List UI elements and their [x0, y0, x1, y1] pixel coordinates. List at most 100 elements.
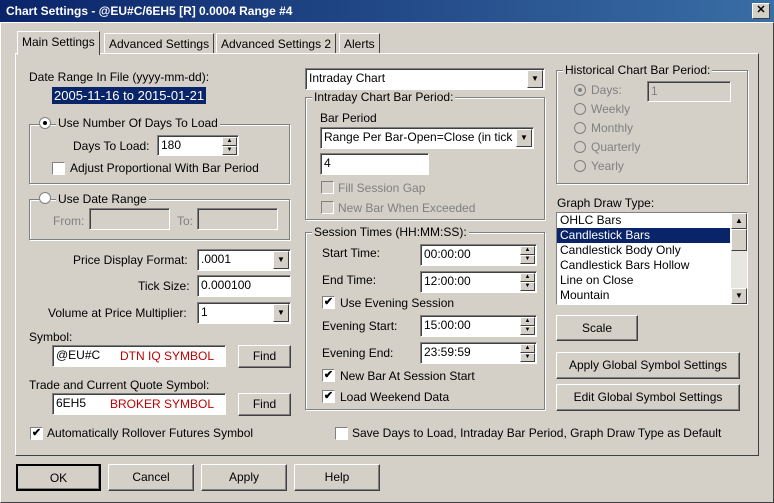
list-item[interactable]: OHLC Bars — [557, 213, 730, 228]
use-date-range-radio[interactable] — [39, 192, 51, 204]
price-format-select[interactable]: .0001 ▼ — [197, 249, 291, 271]
to-label: To: — [177, 214, 194, 228]
days-to-load-value: 180 — [161, 138, 182, 152]
spin-down-icon[interactable]: ▼ — [520, 282, 535, 291]
save-defaults-label: Save Days to Load, Intraday Bar Period, … — [352, 426, 722, 440]
chart-type-select[interactable]: Intraday Chart ▼ — [305, 68, 545, 90]
to-date-input[interactable] — [197, 208, 278, 230]
scale-button[interactable]: Scale — [556, 315, 638, 341]
spin-up-icon[interactable]: ▲ — [520, 246, 535, 255]
new-bar-session-start-checkbox[interactable]: ✔ — [322, 369, 335, 382]
new-bar-exceeded-checkbox[interactable] — [321, 201, 334, 214]
load-weekend-label: Load Weekend Data — [340, 390, 450, 404]
vap-multiplier-select[interactable]: 1 ▼ — [197, 302, 291, 324]
chevron-down-icon[interactable]: ▼ — [273, 251, 289, 269]
scroll-up-icon[interactable]: ▲ — [731, 213, 747, 229]
price-format-label: Price Display Format: — [73, 253, 188, 267]
trade-symbol-find-button[interactable]: Find — [238, 393, 291, 416]
new-bar-session-start-label: New Bar At Session Start — [340, 369, 475, 383]
spin-down-icon[interactable]: ▼ — [520, 353, 535, 362]
evening-start-input[interactable]: 15:00:00 ▲ ▼ — [420, 315, 537, 337]
historical-days-radio[interactable] — [574, 84, 586, 96]
use-days-label: Use Number Of Days To Load — [56, 116, 220, 130]
use-date-range-label: Use Date Range — [56, 192, 149, 206]
historical-days-input[interactable]: 1 — [647, 81, 731, 102]
vap-multiplier-value: 1 — [201, 305, 208, 319]
tab-main-settings[interactable]: Main Settings — [17, 31, 100, 55]
date-range-value[interactable]: 2005-11-16 to 2015-01-21 — [52, 87, 207, 104]
rollover-checkbox[interactable]: ✔ — [30, 427, 43, 440]
evening-end-input[interactable]: 23:59:59 ▲ ▼ — [420, 342, 537, 364]
trade-symbol-input[interactable]: 6EH5 BROKER SYMBOL — [52, 393, 226, 415]
historical-monthly-radio[interactable] — [574, 122, 586, 134]
list-item[interactable]: Candlestick Body Only — [557, 243, 730, 258]
use-evening-session-label: Use Evening Session — [340, 296, 455, 310]
chevron-down-icon[interactable]: ▼ — [527, 70, 543, 88]
ok-button[interactable]: OK — [16, 464, 101, 491]
tab-advanced-settings-2[interactable]: Advanced Settings 2 — [216, 33, 337, 54]
scroll-down-icon[interactable]: ▼ — [731, 288, 747, 304]
apply-button[interactable]: Apply — [201, 464, 287, 491]
fill-session-gap-checkbox[interactable] — [321, 181, 334, 194]
trade-symbol-value: 6EH5 — [56, 396, 87, 410]
from-date-input[interactable] — [89, 208, 170, 230]
historical-yearly-radio[interactable] — [574, 160, 586, 172]
spin-down-icon[interactable]: ▼ — [520, 326, 535, 335]
spin-up-icon[interactable]: ▲ — [222, 137, 237, 146]
historical-weekly-radio[interactable] — [574, 103, 586, 115]
new-bar-exceeded-label: New Bar When Exceeded — [338, 201, 476, 215]
days-to-load-label: Days To Load: — [73, 139, 150, 153]
session-group-title: Session Times (HH:MM:SS): — [312, 225, 469, 239]
chevron-down-icon[interactable]: ▼ — [516, 129, 532, 147]
scroll-thumb[interactable] — [731, 229, 747, 251]
historical-group-title: Historical Chart Bar Period: — [563, 63, 713, 77]
close-button[interactable]: ✕ — [752, 3, 770, 19]
load-weekend-checkbox[interactable]: ✔ — [322, 390, 335, 403]
fill-session-gap-label: Fill Session Gap — [338, 181, 426, 195]
graph-draw-type-list[interactable]: OHLC Bars Candlestick Bars Candlestick B… — [556, 212, 748, 305]
list-item[interactable]: Line on Close — [557, 273, 730, 288]
vap-multiplier-label: Volume at Price Multiplier: — [48, 306, 187, 320]
from-label: From: — [53, 214, 85, 228]
bar-period-select[interactable]: Range Per Bar-Open=Close (in tick ▼ — [320, 127, 534, 149]
days-to-load-input[interactable]: 180 ▲ ▼ — [157, 135, 239, 156]
list-item[interactable]: Candlestick Bars Hollow — [557, 258, 730, 273]
chart-type-value: Intraday Chart — [309, 71, 386, 85]
window-title: Chart Settings - @EU#C/6EH5 [R] 0.0004 R… — [6, 4, 293, 18]
list-item-selected[interactable]: Candlestick Bars — [557, 228, 730, 243]
use-days-radio[interactable] — [39, 117, 51, 129]
symbol-label: Symbol: — [29, 330, 73, 344]
list-scrollbar[interactable]: ▲ ▼ — [731, 213, 747, 304]
rollover-label: Automatically Rollover Futures Symbol — [47, 426, 254, 440]
symbol-find-button[interactable]: Find — [238, 345, 291, 368]
symbol-input[interactable]: @EU#C DTN IQ SYMBOL — [52, 345, 226, 367]
cancel-button[interactable]: Cancel — [108, 464, 194, 491]
spin-down-icon[interactable]: ▼ — [520, 255, 535, 264]
historical-quarterly-radio[interactable] — [574, 141, 586, 153]
spin-down-icon[interactable]: ▼ — [222, 146, 237, 155]
help-button[interactable]: Help — [294, 464, 380, 491]
historical-quarterly-label: Quarterly — [591, 140, 641, 154]
save-defaults-checkbox[interactable] — [335, 427, 348, 440]
apply-global-symbol-settings-button[interactable]: Apply Global Symbol Settings — [556, 352, 740, 379]
spin-up-icon[interactable]: ▲ — [520, 344, 535, 353]
use-evening-session-checkbox[interactable]: ✔ — [322, 296, 335, 309]
start-time-input[interactable]: 00:00:00 ▲ ▼ — [420, 244, 537, 266]
adjust-proportional-checkbox[interactable] — [52, 162, 65, 175]
tick-size-input[interactable]: 0.000100 — [197, 275, 291, 297]
bar-period-label: Bar Period — [320, 111, 377, 125]
tab-advanced-settings[interactable]: Advanced Settings — [104, 33, 215, 54]
end-time-input[interactable]: 12:00:00 ▲ ▼ — [420, 271, 537, 293]
spin-up-icon[interactable]: ▲ — [520, 317, 535, 326]
evening-start-value: 15:00:00 — [424, 318, 471, 332]
dtn-iq-symbol-tag: DTN IQ SYMBOL — [120, 349, 215, 363]
end-time-label: End Time: — [322, 273, 377, 287]
tab-alerts[interactable]: Alerts — [339, 33, 380, 54]
historical-yearly-label: Yearly — [591, 159, 624, 173]
bar-period-value: Range Per Bar-Open=Close (in tick — [324, 130, 513, 144]
edit-global-symbol-settings-button[interactable]: Edit Global Symbol Settings — [556, 384, 740, 411]
list-item[interactable]: Mountain — [557, 288, 730, 303]
chevron-down-icon[interactable]: ▼ — [273, 304, 289, 322]
bar-period-value-input[interactable]: 4 — [320, 153, 429, 175]
spin-up-icon[interactable]: ▲ — [520, 273, 535, 282]
